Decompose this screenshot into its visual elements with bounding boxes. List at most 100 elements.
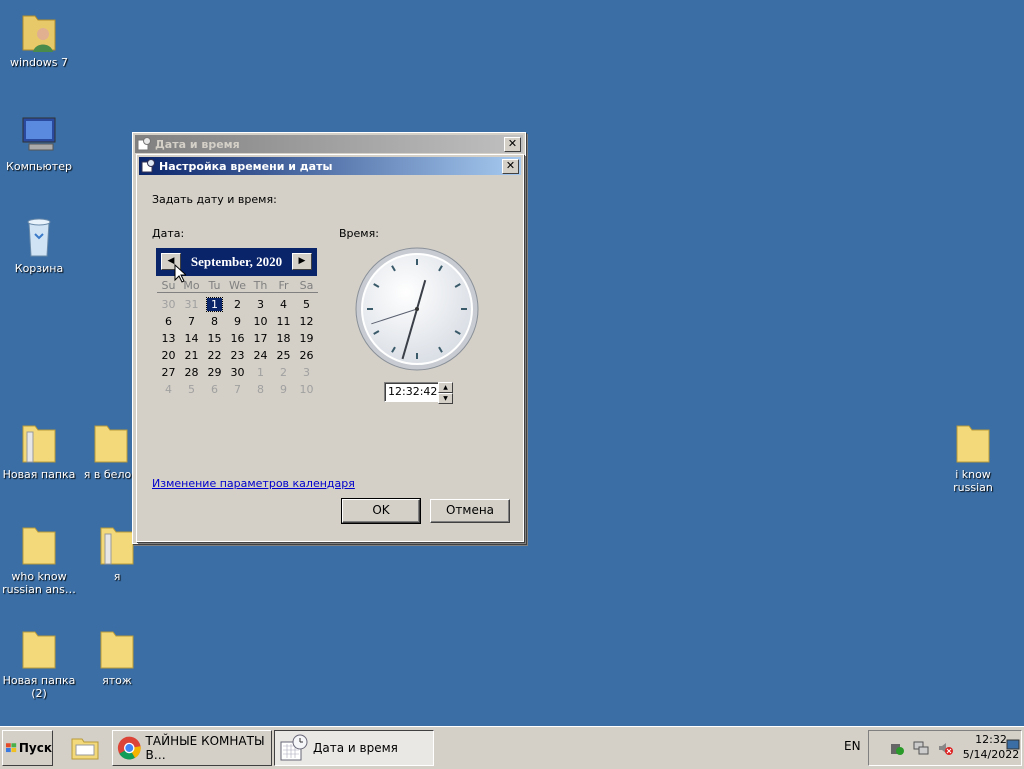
folder-icon <box>956 425 990 463</box>
clock-calendar-icon <box>137 137 151 151</box>
volume-muted-icon[interactable] <box>937 740 953 756</box>
calendar-day[interactable]: 20 <box>157 347 180 364</box>
calendar-day[interactable]: 17 <box>249 330 272 347</box>
taskbar: Пуск ТАЙНЫЕ КОМНАТЫ В… Дата и время EN 1… <box>0 726 1024 769</box>
ok-button[interactable]: OK <box>341 498 421 524</box>
weekday-header: Fr <box>272 279 295 293</box>
calendar-day[interactable]: 6 <box>203 381 226 398</box>
calendar-day[interactable]: 30 <box>157 296 180 313</box>
calendar-day[interactable]: 30 <box>226 364 249 381</box>
desktop-icon-folder-i-know-russian[interactable]: i know russian <box>934 420 1012 494</box>
calendar-day[interactable]: 28 <box>180 364 203 381</box>
calendar-day[interactable]: 11 <box>272 313 295 330</box>
task-chrome[interactable]: ТАЙНЫЕ КОМНАТЫ В… <box>112 730 272 766</box>
calendar-day[interactable]: 19 <box>295 330 318 347</box>
desktop-icon-folder-new-2[interactable]: Новая папка (2) <box>0 626 78 700</box>
calendar-day[interactable]: 2 <box>272 364 295 381</box>
desktop-icon-recycle-bin[interactable]: Корзина <box>0 214 78 275</box>
calendar-day[interactable]: 13 <box>157 330 180 347</box>
desktop-icon-folder-yatozh[interactable]: ятож <box>78 626 156 687</box>
language-indicator[interactable]: EN <box>844 739 861 753</box>
folder-icon <box>22 425 56 463</box>
recycle-bin-icon <box>27 218 51 257</box>
computer-icon <box>22 117 56 151</box>
folder-icon <box>22 631 56 669</box>
task-date-time[interactable]: Дата и время <box>274 730 434 766</box>
time-label: Время: <box>339 227 379 240</box>
calendar-day[interactable]: 23 <box>226 347 249 364</box>
calendar-day[interactable]: 5 <box>295 296 318 313</box>
explorer-quicklaunch-icon[interactable] <box>70 735 100 761</box>
desktop-icon-label: ятож <box>102 674 132 687</box>
close-icon[interactable]: ✕ <box>502 159 519 174</box>
weekday-header: Th <box>249 279 272 293</box>
calendar-day[interactable]: 27 <box>157 364 180 381</box>
folder-icon <box>22 527 56 565</box>
time-input[interactable]: 12:32:42 <box>384 382 440 402</box>
spinner-up-icon[interactable]: ▲ <box>438 382 453 393</box>
analog-clock <box>355 247 479 371</box>
calendar-day[interactable]: 25 <box>272 347 295 364</box>
show-desktop-icon[interactable] <box>1006 739 1020 751</box>
calendar-week-row: 13 14 15 16 17 18 19 <box>157 330 319 347</box>
close-icon[interactable]: ✕ <box>504 137 521 152</box>
calendar-settings-link[interactable]: Изменение параметров календаря <box>152 477 355 490</box>
start-button[interactable]: Пуск <box>2 730 53 766</box>
calendar-day[interactable]: 15 <box>203 330 226 347</box>
cancel-button[interactable]: Отмена <box>430 499 510 523</box>
desktop-icon-label: windows 7 <box>10 56 68 69</box>
calendar-day[interactable]: 3 <box>249 296 272 313</box>
desktop-icon-folder-who-know[interactable]: who know russian ans… <box>0 522 78 596</box>
desktop-icon-label: who know russian ans… <box>2 570 76 596</box>
calendar-day[interactable]: 6 <box>157 313 180 330</box>
mouse-cursor <box>174 264 186 283</box>
desktop-icon-label: i know russian <box>953 468 993 494</box>
desktop-icon-label: Новая папка <box>2 468 76 481</box>
calendar-day[interactable]: 18 <box>272 330 295 347</box>
calendar-day[interactable]: 3 <box>295 364 318 381</box>
calendar-day[interactable]: 4 <box>157 381 180 398</box>
date-time-titlebar[interactable]: Дата и время <box>135 135 523 153</box>
calendar-day[interactable]: 16 <box>226 330 249 347</box>
calendar-day[interactable]: 21 <box>180 347 203 364</box>
calendar-day[interactable]: 29 <box>203 364 226 381</box>
network-icon[interactable] <box>913 740 929 756</box>
desktop-icon-folder-new[interactable]: Новая папка <box>0 420 78 481</box>
clock-calendar-icon <box>280 734 308 761</box>
windows-logo-icon <box>6 743 17 753</box>
calendar-day[interactable]: 9 <box>272 381 295 398</box>
calendar-day[interactable]: 1 <box>249 364 272 381</box>
calendar-day[interactable]: 10 <box>295 381 318 398</box>
calendar-day[interactable]: 4 <box>272 296 295 313</box>
next-month-button[interactable]: ▶ <box>292 253 312 270</box>
calendar-day[interactable]: 7 <box>226 381 249 398</box>
calendar-day[interactable]: 7 <box>180 313 203 330</box>
time-value: 12:32:42 <box>388 385 438 398</box>
calendar-day[interactable]: 9 <box>226 313 249 330</box>
desktop-icon-computer[interactable]: Компьютер <box>0 112 78 173</box>
calendar-day[interactable]: 26 <box>295 347 318 364</box>
safely-remove-icon[interactable] <box>889 740 905 756</box>
calendar-day[interactable]: 10 <box>249 313 272 330</box>
weekday-header: Sa <box>295 279 318 293</box>
calendar-day[interactable]: 24 <box>249 347 272 364</box>
calendar-day-selected[interactable]: 1 <box>203 296 226 313</box>
calendar-day[interactable]: 5 <box>180 381 203 398</box>
calendar-month-year[interactable]: September, 2020 <box>180 254 293 270</box>
dialog-title: Настройка времени и даты <box>159 159 333 173</box>
spinner-down-icon[interactable]: ▼ <box>438 393 453 404</box>
folder-icon <box>100 631 134 669</box>
dialog-titlebar[interactable]: Настройка времени и даты <box>139 157 521 175</box>
calendar-day[interactable]: 31 <box>180 296 203 313</box>
window-title: Дата и время <box>155 137 240 151</box>
calendar-day[interactable]: 12 <box>295 313 318 330</box>
start-label: Пуск <box>18 741 52 755</box>
calendar-day[interactable]: 14 <box>180 330 203 347</box>
folder-icon <box>100 527 134 565</box>
desktop-icon-windows7[interactable]: windows 7 <box>0 8 78 69</box>
calendar-day[interactable]: 22 <box>203 347 226 364</box>
time-spinner[interactable]: ▲ ▼ <box>438 382 453 404</box>
calendar-day[interactable]: 8 <box>203 313 226 330</box>
calendar-day[interactable]: 2 <box>226 296 249 313</box>
calendar-day[interactable]: 8 <box>249 381 272 398</box>
